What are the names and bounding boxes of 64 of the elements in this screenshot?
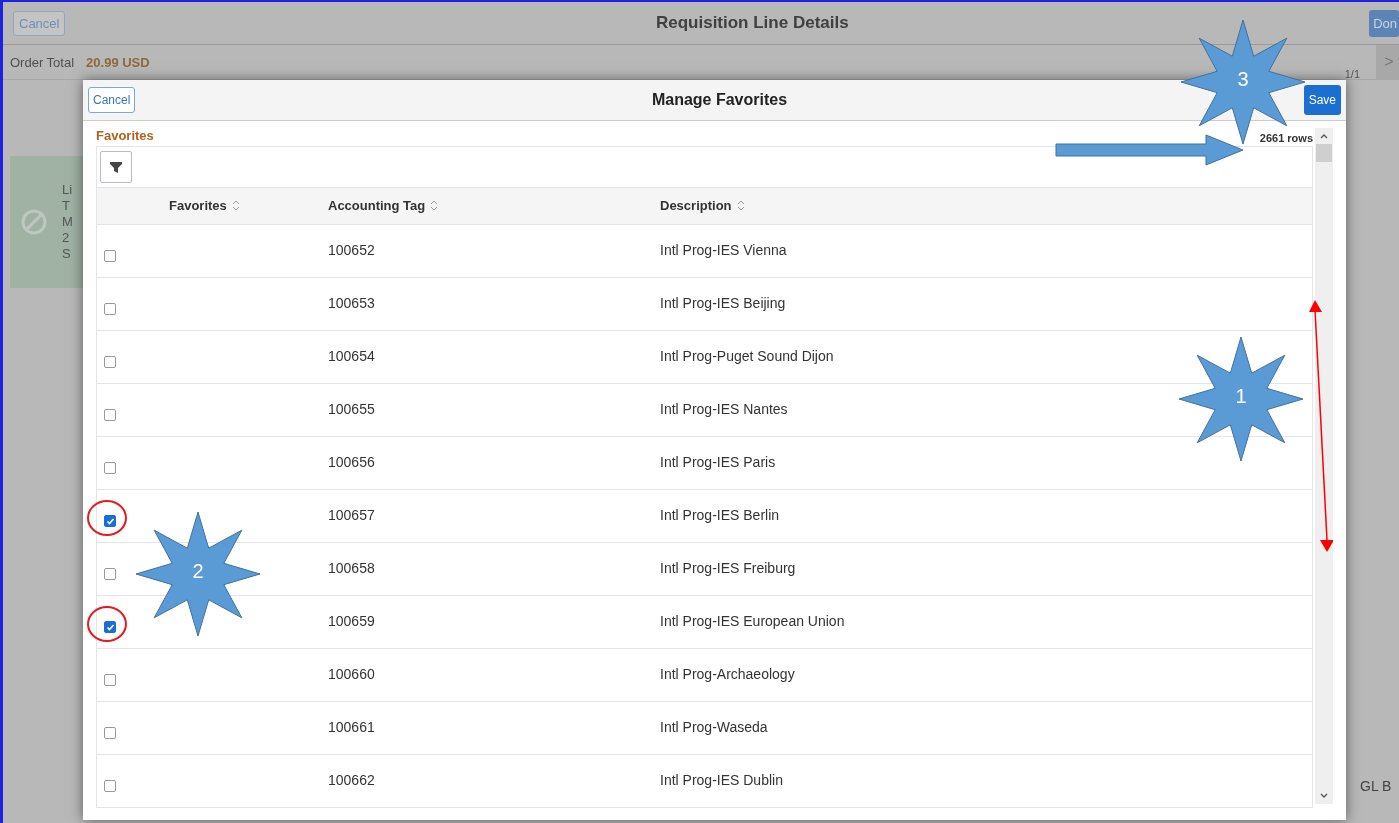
scrollbar[interactable] — [1315, 128, 1333, 804]
table-cell: Intl Prog-IES Vienna — [660, 242, 787, 258]
table-cell: Intl Prog-Archaeology — [660, 666, 795, 682]
table-cell: 100654 — [328, 348, 375, 364]
order-total-label: Order Total — [10, 54, 75, 70]
star-callout: 1 — [1179, 337, 1303, 461]
table-cell: 100660 — [328, 666, 375, 682]
table-cell: 100662 — [328, 772, 375, 788]
save-button[interactable]: Save — [1303, 85, 1341, 115]
table-cell: 100656 — [328, 454, 375, 470]
section-title: Favorites — [96, 128, 154, 145]
table-cell: Intl Prog-IES Berlin — [660, 507, 780, 523]
favorite-checkbox[interactable] — [104, 780, 116, 792]
card-text: T — [62, 198, 71, 214]
favorite-checkbox[interactable] — [104, 621, 116, 633]
sort-icon — [430, 200, 439, 211]
table-cell: 100658 — [328, 560, 375, 576]
table-cell: Intl Prog-IES Paris — [660, 454, 776, 470]
table-cell: Intl Prog-IES European Union — [660, 613, 845, 629]
scroll-down-icon[interactable] — [1319, 792, 1329, 800]
favorite-checkbox[interactable] — [104, 409, 116, 421]
favorite-checkbox[interactable] — [104, 303, 116, 315]
done-button[interactable]: Don — [1369, 9, 1399, 37]
blocked-icon — [20, 208, 48, 236]
row-count: 2661 rows — [1259, 132, 1313, 146]
favorite-checkbox[interactable] — [104, 356, 116, 368]
page-title: Requisition Line Details — [655, 13, 849, 33]
favorite-checkbox[interactable] — [104, 568, 116, 580]
card-text: Li — [62, 182, 73, 198]
table-cell: Intl Prog-IES Dublin — [660, 772, 783, 788]
table-cell: 100655 — [328, 401, 375, 417]
card-text: 2 — [62, 230, 71, 246]
table-cell: 100657 — [328, 507, 375, 523]
table-cell: 100661 — [328, 719, 375, 735]
column-header[interactable]: Favorites — [169, 198, 240, 213]
scrollbar-thumb[interactable] — [1316, 144, 1332, 162]
favorite-checkbox[interactable] — [104, 674, 116, 686]
filter-icon — [109, 160, 123, 174]
table-cell: 100659 — [328, 613, 375, 629]
table-cell: Intl Prog-IES Freiburg — [660, 560, 796, 576]
favorite-checkbox[interactable] — [104, 250, 116, 262]
favorite-checkbox[interactable] — [104, 462, 116, 474]
favorite-checkbox[interactable] — [104, 727, 116, 739]
sort-icon — [231, 200, 240, 211]
column-label: GL B — [1360, 778, 1392, 794]
dialog-title: Manage Favorites — [651, 91, 788, 109]
table-cell: 100652 — [328, 242, 375, 258]
favorite-checkbox[interactable] — [104, 515, 116, 527]
table-cell: Intl Prog-Waseda — [660, 719, 768, 735]
table-cell: 100653 — [328, 295, 375, 311]
sort-icon — [736, 200, 745, 211]
cancel-button[interactable]: Cancel — [88, 87, 136, 113]
table-cell: Intl Prog-IES Nantes — [660, 401, 788, 417]
pager-text: 1/1 — [1344, 68, 1360, 80]
filter-button[interactable] — [100, 151, 132, 183]
table-cell: Intl Prog-IES Beijing — [660, 295, 786, 311]
table-cell: Intl Prog-Puget Sound Dijon — [660, 348, 834, 364]
card-text: M — [62, 214, 73, 230]
column-header[interactable]: Accounting Tag — [328, 198, 439, 213]
star-callout: 2 — [136, 512, 260, 636]
scroll-up-icon[interactable] — [1319, 132, 1329, 140]
column-header[interactable]: Description — [660, 198, 745, 213]
order-total-value: 20.99 USD — [86, 54, 150, 70]
card-text: S — [62, 246, 72, 262]
